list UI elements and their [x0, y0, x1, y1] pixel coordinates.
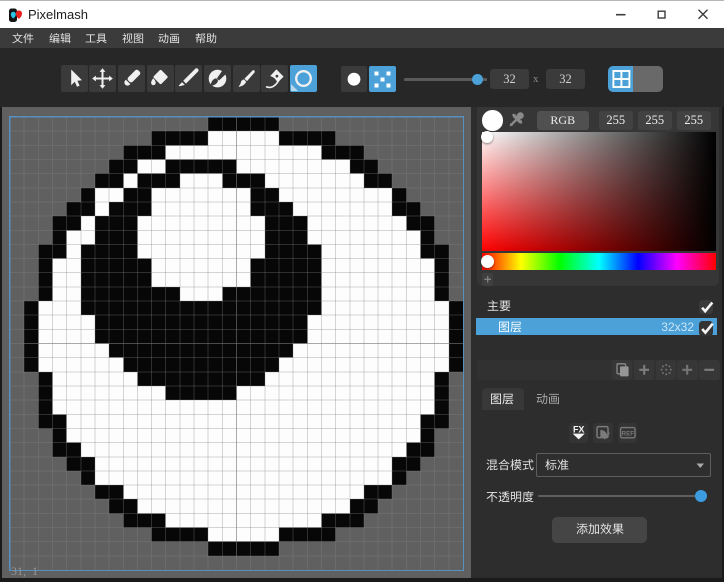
svg-text:FX: FX	[572, 425, 584, 435]
svg-text:REF: REF	[621, 430, 634, 437]
